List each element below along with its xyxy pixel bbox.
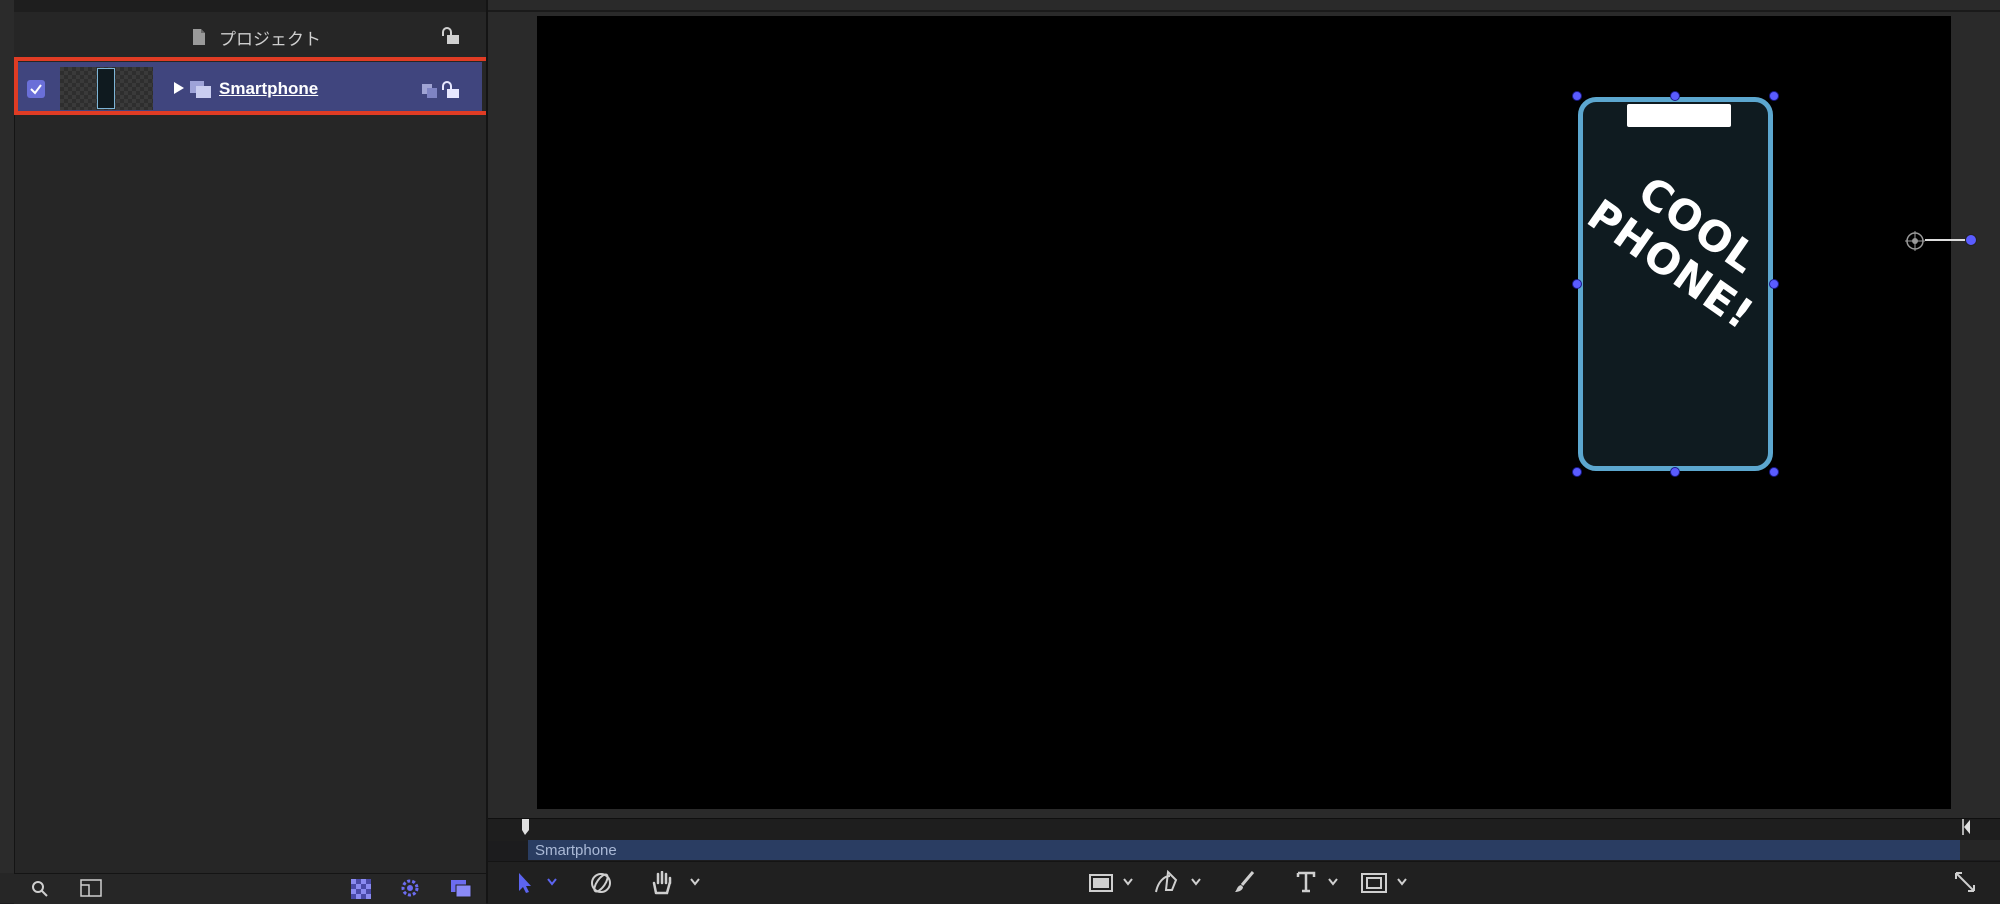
- layers-panel: [0, 0, 486, 903]
- search-icon[interactable]: [31, 880, 49, 898]
- phone-text: COOL PHONE!: [1578, 166, 1767, 340]
- fullscreen-icon[interactable]: [1954, 871, 1976, 893]
- project-label: プロジェクト: [219, 30, 321, 49]
- chevron-down-icon[interactable]: [1397, 878, 1407, 886]
- rotation-handle[interactable]: [1965, 234, 1977, 246]
- handle-bottom-left[interactable]: [1572, 467, 1582, 477]
- chevron-down-icon[interactable]: [1328, 878, 1338, 886]
- document-icon: [193, 29, 205, 45]
- paintbrush-icon[interactable]: [1233, 870, 1255, 894]
- select-arrow-icon[interactable]: [517, 872, 533, 894]
- handle-top-left[interactable]: [1572, 91, 1582, 101]
- out-point-marker-icon[interactable]: [1962, 818, 1970, 836]
- disclosure-triangle-icon[interactable]: [173, 81, 185, 95]
- chevron-down-icon[interactable]: [690, 878, 700, 886]
- chevron-down-icon[interactable]: [1123, 878, 1133, 886]
- text-tool-icon[interactable]: [1296, 871, 1316, 893]
- checkmark-icon: [30, 84, 42, 95]
- handle-top-center[interactable]: [1670, 91, 1680, 101]
- handle-middle-left[interactable]: [1572, 279, 1582, 289]
- gear-icon[interactable]: [400, 878, 420, 898]
- timeline-bar-label: Smartphone: [535, 842, 617, 859]
- mask-icon[interactable]: [1361, 873, 1387, 893]
- handle-middle-right[interactable]: [1769, 279, 1779, 289]
- mini-timeline-ruler[interactable]: [488, 818, 2000, 841]
- handle-bottom-right[interactable]: [1769, 467, 1779, 477]
- layer-name[interactable]: Smartphone: [219, 79, 318, 99]
- layers-icon[interactable]: [450, 879, 472, 899]
- timeline-right-end: [1960, 840, 2000, 860]
- thumbnail-phone-image: [97, 68, 115, 109]
- chevron-down-icon[interactable]: [547, 878, 557, 886]
- orbit-icon[interactable]: [589, 871, 613, 895]
- checkerboard-icon[interactable]: [351, 879, 371, 899]
- phone-object[interactable]: COOL PHONE!: [1578, 97, 1773, 471]
- phone-notch: [1627, 104, 1731, 127]
- handle-bottom-center[interactable]: [1670, 467, 1680, 477]
- handle-top-right[interactable]: [1769, 91, 1779, 101]
- pen-icon[interactable]: [1154, 870, 1182, 894]
- left-edge-strip: [0, 0, 15, 873]
- rotation-handle-line: [1925, 239, 1969, 241]
- blend-mode-icon[interactable]: [421, 83, 439, 99]
- anchor-point-icon[interactable]: [1905, 231, 1925, 251]
- chevron-down-icon[interactable]: [1191, 878, 1201, 886]
- in-point-marker-icon[interactable]: [521, 818, 529, 836]
- layout-icon[interactable]: [80, 879, 102, 897]
- layer-enable-checkbox[interactable]: [27, 80, 45, 98]
- unlock-icon[interactable]: [441, 27, 461, 45]
- unlock-icon[interactable]: [441, 81, 461, 99]
- canvas-top-border: [488, 10, 2000, 12]
- pan-hand-icon[interactable]: [651, 871, 673, 895]
- rectangle-shape-icon[interactable]: [1089, 874, 1113, 892]
- layers-panel-header-strip: [14, 0, 486, 12]
- timeline-layer-bar[interactable]: [528, 840, 1960, 860]
- group-icon: [190, 81, 211, 98]
